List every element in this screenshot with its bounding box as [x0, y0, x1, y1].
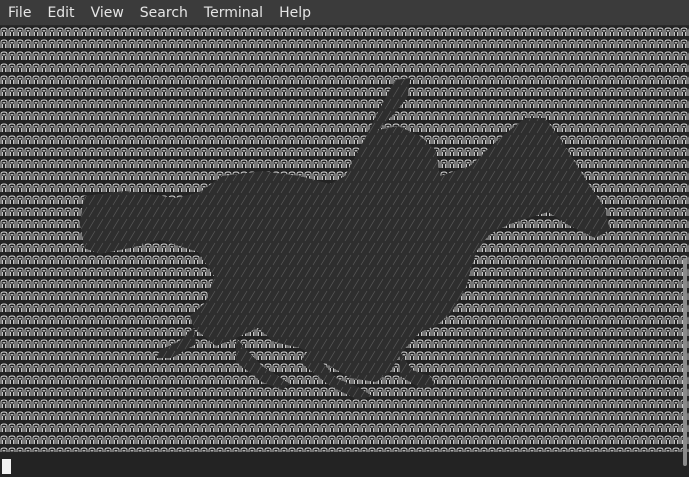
terminal-window: File Edit View Search Terminal Help	[0, 0, 689, 477]
menu-terminal[interactable]: Terminal	[198, 0, 271, 26]
ascii-last-row	[0, 436, 689, 452]
menu-file[interactable]: File	[2, 0, 39, 26]
menu-help[interactable]: Help	[273, 0, 319, 26]
vertical-scrollbar[interactable]	[681, 26, 689, 477]
menu-bar: File Edit View Search Terminal Help	[0, 0, 689, 26]
prompt-line-area	[0, 452, 689, 477]
terminal-cursor	[2, 459, 11, 474]
menu-edit[interactable]: Edit	[41, 0, 82, 26]
terminal-output[interactable]	[0, 26, 689, 477]
menu-view[interactable]: View	[85, 0, 132, 26]
ascii-art-image	[0, 26, 689, 477]
scrollbar-thumb[interactable]	[683, 258, 687, 466]
menu-search[interactable]: Search	[134, 0, 196, 26]
